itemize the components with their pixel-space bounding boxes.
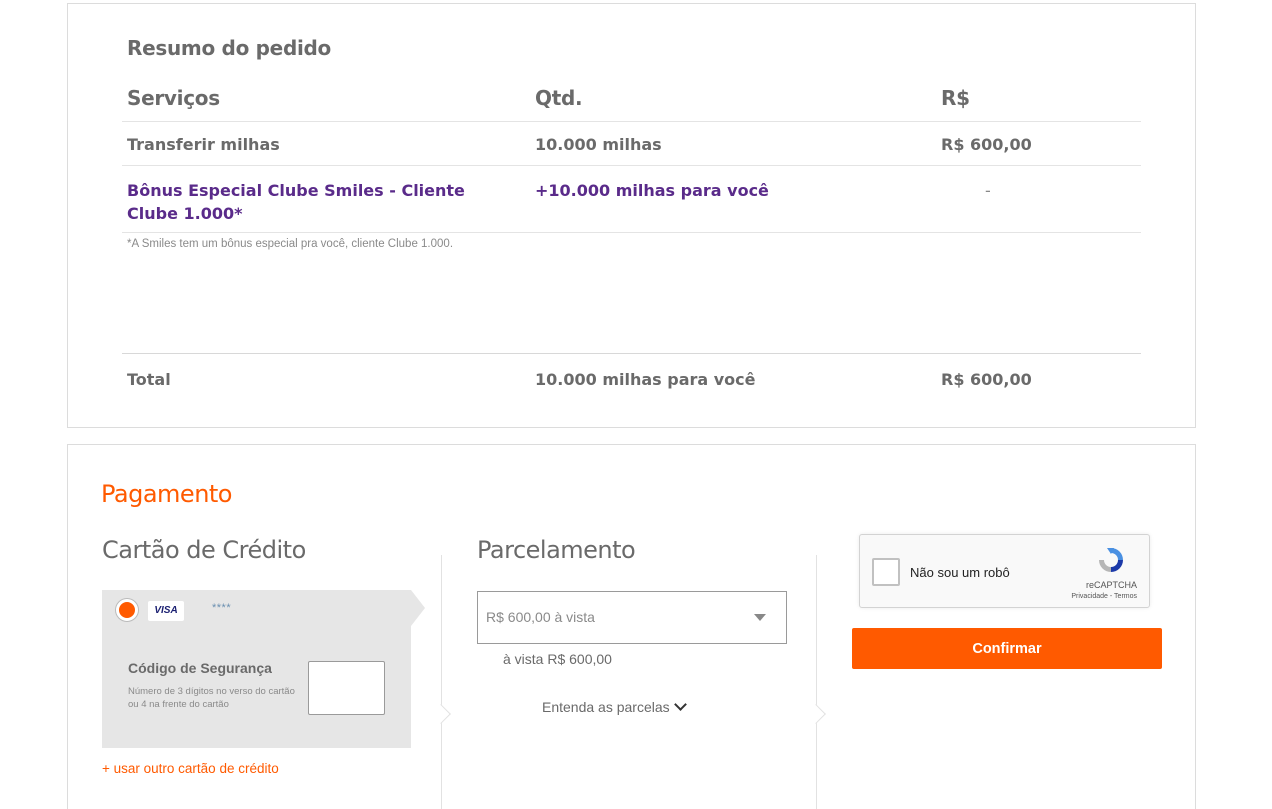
- recaptcha-logo-icon: [1099, 548, 1123, 572]
- recaptcha-privacy-terms[interactable]: Privacidade - Termos: [1071, 593, 1137, 600]
- chevron-down-icon: [673, 698, 687, 711]
- row-price-bonus: -: [985, 181, 991, 200]
- card-radio-selected[interactable]: [116, 599, 138, 621]
- payment-card: Pagamento Cartão de Crédito VISA **** Có…: [67, 444, 1196, 809]
- total-price: R$ 600,00: [941, 370, 1032, 389]
- order-summary-card: Resumo do pedido Serviços Qtd. R$ Transf…: [67, 3, 1196, 428]
- masked-card-number: ****: [212, 602, 232, 614]
- use-other-card-link[interactable]: + usar outro cartão de crédito: [102, 761, 279, 776]
- total-label: Total: [127, 370, 171, 389]
- credit-card-title: Cartão de Crédito: [102, 536, 306, 564]
- installments-select[interactable]: R$ 600,00 à vista: [477, 591, 787, 644]
- column-divider-arrow: [806, 704, 826, 724]
- security-code-input[interactable]: [308, 661, 385, 715]
- installments-summary: à vista R$ 600,00: [503, 651, 612, 667]
- row-qty-bonus: +10.000 milhas para você: [535, 181, 769, 200]
- column-divider-arrow: [431, 704, 451, 724]
- column-divider: [816, 555, 817, 809]
- row-divider: [122, 232, 1141, 233]
- saved-card-panel[interactable]: VISA **** Código de Segurança Número de …: [102, 590, 411, 748]
- payment-title: Pagamento: [101, 480, 233, 508]
- card-panel-pointer: [411, 590, 425, 626]
- installments-selected-value: R$ 600,00 à vista: [486, 609, 595, 625]
- row-divider: [122, 165, 1141, 166]
- total-divider: [122, 353, 1141, 354]
- row-service-transfer: Transferir milhas: [127, 135, 280, 154]
- recaptcha-label: Não sou um robô: [910, 565, 1010, 580]
- bonus-footnote: *A Smiles tem um bônus especial pra você…: [127, 238, 454, 250]
- quantity-column-header: Qtd.: [535, 86, 583, 110]
- security-code-hint: Número de 3 dígitos no verso do cartão o…: [128, 686, 295, 710]
- column-divider: [441, 555, 442, 809]
- order-summary-title: Resumo do pedido: [127, 36, 331, 60]
- caret-down-icon: [754, 614, 766, 621]
- row-service-bonus: Bônus Especial Clube Smiles - Cliente Cl…: [127, 181, 465, 223]
- recaptcha-checkbox[interactable]: [872, 558, 900, 586]
- recaptcha-widget: Não sou um robô reCAPTCHA Privacidade - …: [859, 534, 1150, 608]
- understand-installments-link[interactable]: Entenda as parcelas: [542, 698, 687, 715]
- recaptcha-brand: reCAPTCHA: [1085, 580, 1137, 590]
- installments-title: Parcelamento: [477, 536, 636, 564]
- services-column-header: Serviços: [127, 86, 220, 110]
- security-code-label: Código de Segurança: [128, 660, 272, 676]
- total-qty: 10.000 milhas para você: [535, 370, 756, 389]
- visa-icon: VISA: [148, 601, 184, 621]
- header-divider: [122, 121, 1141, 122]
- price-column-header: R$: [941, 86, 970, 110]
- confirm-button[interactable]: Confirmar: [852, 628, 1162, 669]
- understand-installments-label: Entenda as parcelas: [542, 699, 670, 715]
- row-price-transfer: R$ 600,00: [941, 135, 1032, 154]
- row-qty-transfer: 10.000 milhas: [535, 135, 662, 154]
